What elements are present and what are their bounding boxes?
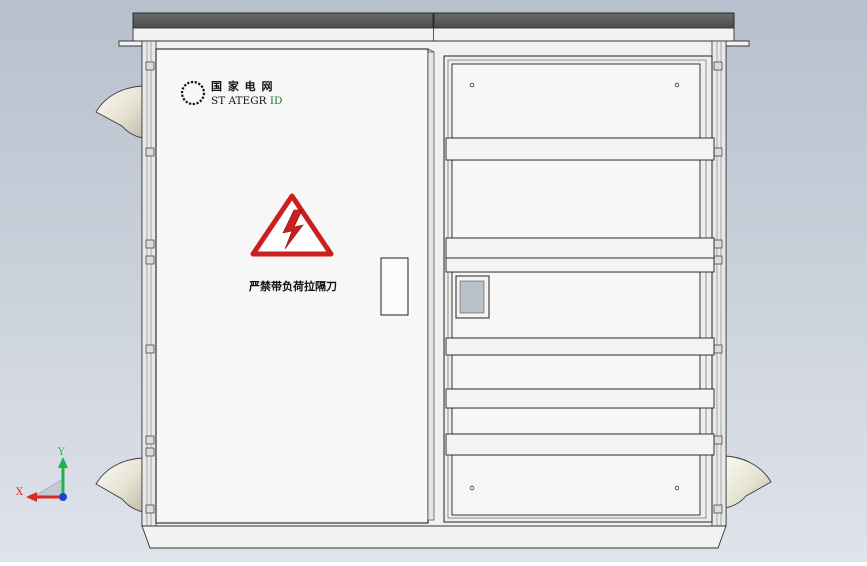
panel-upper xyxy=(451,159,701,239)
warning-label: 严禁带负荷拉隔刀 xyxy=(248,279,337,293)
rail-6 xyxy=(445,433,715,456)
cad-viewport[interactable]: 国 家 电 网 ST ATEGR ID 严禁带负荷拉隔刀 Y X xyxy=(0,0,867,562)
x-axis-label: X xyxy=(16,487,24,498)
rail-3 xyxy=(445,257,715,273)
panel-lower-2 xyxy=(451,407,701,435)
y-axis-label: Y xyxy=(57,447,65,458)
cabinet-drawing: 国 家 电 网 ST ATEGR ID 严禁带负荷拉隔刀 Y X xyxy=(0,0,867,562)
logo-name-en: ST ATEGR ID xyxy=(211,95,282,107)
meter-window xyxy=(455,275,490,319)
z-axis-dot xyxy=(59,493,67,501)
cabinet-roof xyxy=(132,12,735,42)
logo-name-cn: 国 家 电 网 xyxy=(211,79,274,93)
rail-5 xyxy=(445,388,715,409)
rail-2 xyxy=(445,237,715,259)
rail-1 xyxy=(445,137,715,161)
rail-4 xyxy=(445,337,715,356)
logo-name-en-part1: ST ATEGR xyxy=(211,95,268,107)
panel-lower xyxy=(451,354,701,390)
panel-bottom xyxy=(451,454,701,516)
panel-top xyxy=(451,63,701,139)
logo-name-en-part2: ID xyxy=(270,95,283,107)
door-handle[interactable] xyxy=(380,257,409,316)
